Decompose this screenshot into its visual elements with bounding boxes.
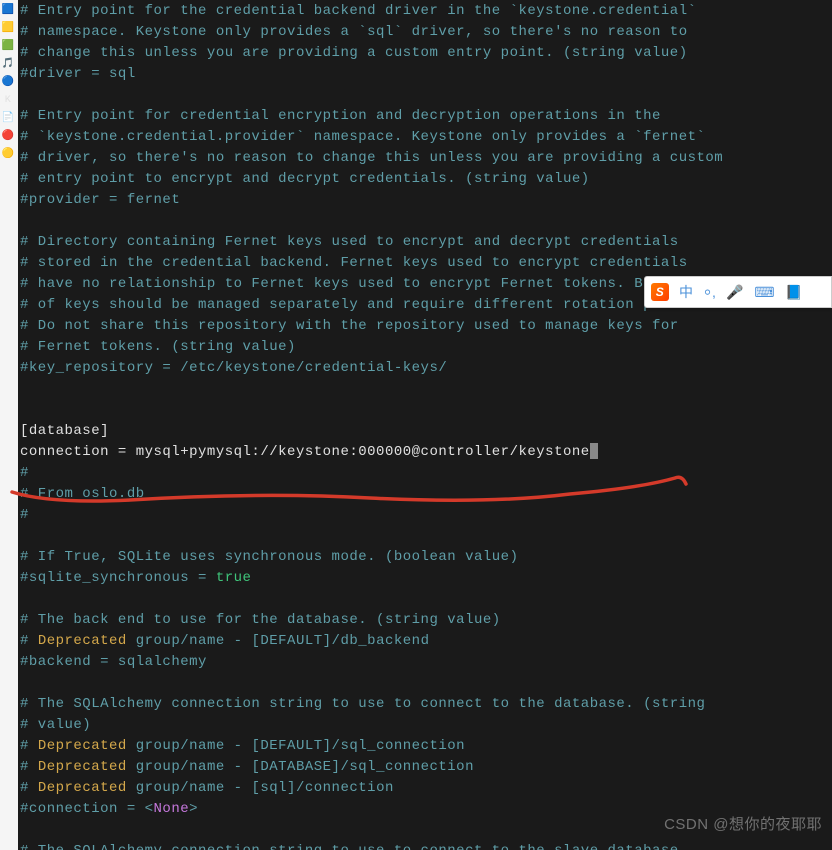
gutter-icon: 🟡 xyxy=(0,146,16,162)
code-line xyxy=(20,820,830,841)
ime-voice-icon[interactable]: 🎤 xyxy=(726,282,744,303)
code-line: # xyxy=(20,505,830,526)
code-line: # `keystone.credential.provider` namespa… xyxy=(20,127,830,148)
ime-keyboard-icon[interactable]: ⌨ xyxy=(754,282,775,303)
code-line xyxy=(20,85,830,106)
app-gutter: 🟦 🟨 🟩 🎵 🔵 K 📄 🔴 🟡 xyxy=(0,0,18,850)
code-line: # namespace. Keystone only provides a `s… xyxy=(20,22,830,43)
code-line: # Directory containing Fernet keys used … xyxy=(20,232,830,253)
code-line xyxy=(20,526,830,547)
code-line: # stored in the credential backend. Fern… xyxy=(20,253,830,274)
code-line xyxy=(20,379,830,400)
ime-skin-icon[interactable]: 📘 xyxy=(785,282,803,303)
code-line: # The SQLAlchemy connection string to us… xyxy=(20,841,830,850)
editor-content[interactable]: # Entry point for the credential backend… xyxy=(18,0,832,850)
ime-punct-icon[interactable]: ⸰, xyxy=(704,282,717,303)
code-line: connection = mysql+pymysql://keystone:00… xyxy=(20,442,830,463)
code-line: # value) xyxy=(20,715,830,736)
code-line: # Fernet tokens. (string value) xyxy=(20,337,830,358)
code-line: #backend = sqlalchemy xyxy=(20,652,830,673)
code-line: # Entry point for the credential backend… xyxy=(20,1,830,22)
code-line: #sqlite_synchronous = true xyxy=(20,568,830,589)
code-line: # driver, so there's no reason to change… xyxy=(20,148,830,169)
code-line xyxy=(20,400,830,421)
code-line: # The back end to use for the database. … xyxy=(20,610,830,631)
code-line: # Deprecated group/name - [DEFAULT]/sql_… xyxy=(20,736,830,757)
code-line: # Deprecated group/name - [DATABASE]/sql… xyxy=(20,757,830,778)
gutter-icon: 🟨 xyxy=(0,20,16,36)
ime-language-indicator[interactable]: 中 xyxy=(679,282,694,303)
code-line: # change this unless you are providing a… xyxy=(20,43,830,64)
code-line: # Deprecated group/name - [DEFAULT]/db_b… xyxy=(20,631,830,652)
code-line: #key_repository = /etc/keystone/credenti… xyxy=(20,358,830,379)
gutter-icon: K xyxy=(0,92,16,108)
gutter-icon: 📄 xyxy=(0,110,16,126)
gutter-icon: 🟦 xyxy=(0,2,16,18)
code-line: # entry point to encrypt and decrypt cre… xyxy=(20,169,830,190)
gutter-icon: 🔵 xyxy=(0,74,16,90)
code-line: #driver = sql xyxy=(20,64,830,85)
code-line: # From oslo.db xyxy=(20,484,830,505)
ime-logo-icon: S xyxy=(651,283,669,301)
code-line: #connection = <None> xyxy=(20,799,830,820)
gutter-icon: 🎵 xyxy=(0,56,16,72)
code-line xyxy=(20,589,830,610)
code-line: # If True, SQLite uses synchronous mode.… xyxy=(20,547,830,568)
code-line xyxy=(20,211,830,232)
gutter-icon: 🔴 xyxy=(0,128,16,144)
code-line: [database] xyxy=(20,421,830,442)
code-line xyxy=(20,673,830,694)
code-line: #provider = fernet xyxy=(20,190,830,211)
gutter-icon: 🟩 xyxy=(0,38,16,54)
code-line: # Deprecated group/name - [sql]/connecti… xyxy=(20,778,830,799)
code-line: # The SQLAlchemy connection string to us… xyxy=(20,694,830,715)
code-line: # Entry point for credential encryption … xyxy=(20,106,830,127)
code-line: # xyxy=(20,463,830,484)
text-cursor xyxy=(590,443,598,459)
code-line: # Do not share this repository with the … xyxy=(20,316,830,337)
ime-toolbar[interactable]: S 中 ⸰, 🎤 ⌨ 📘 xyxy=(644,276,832,308)
